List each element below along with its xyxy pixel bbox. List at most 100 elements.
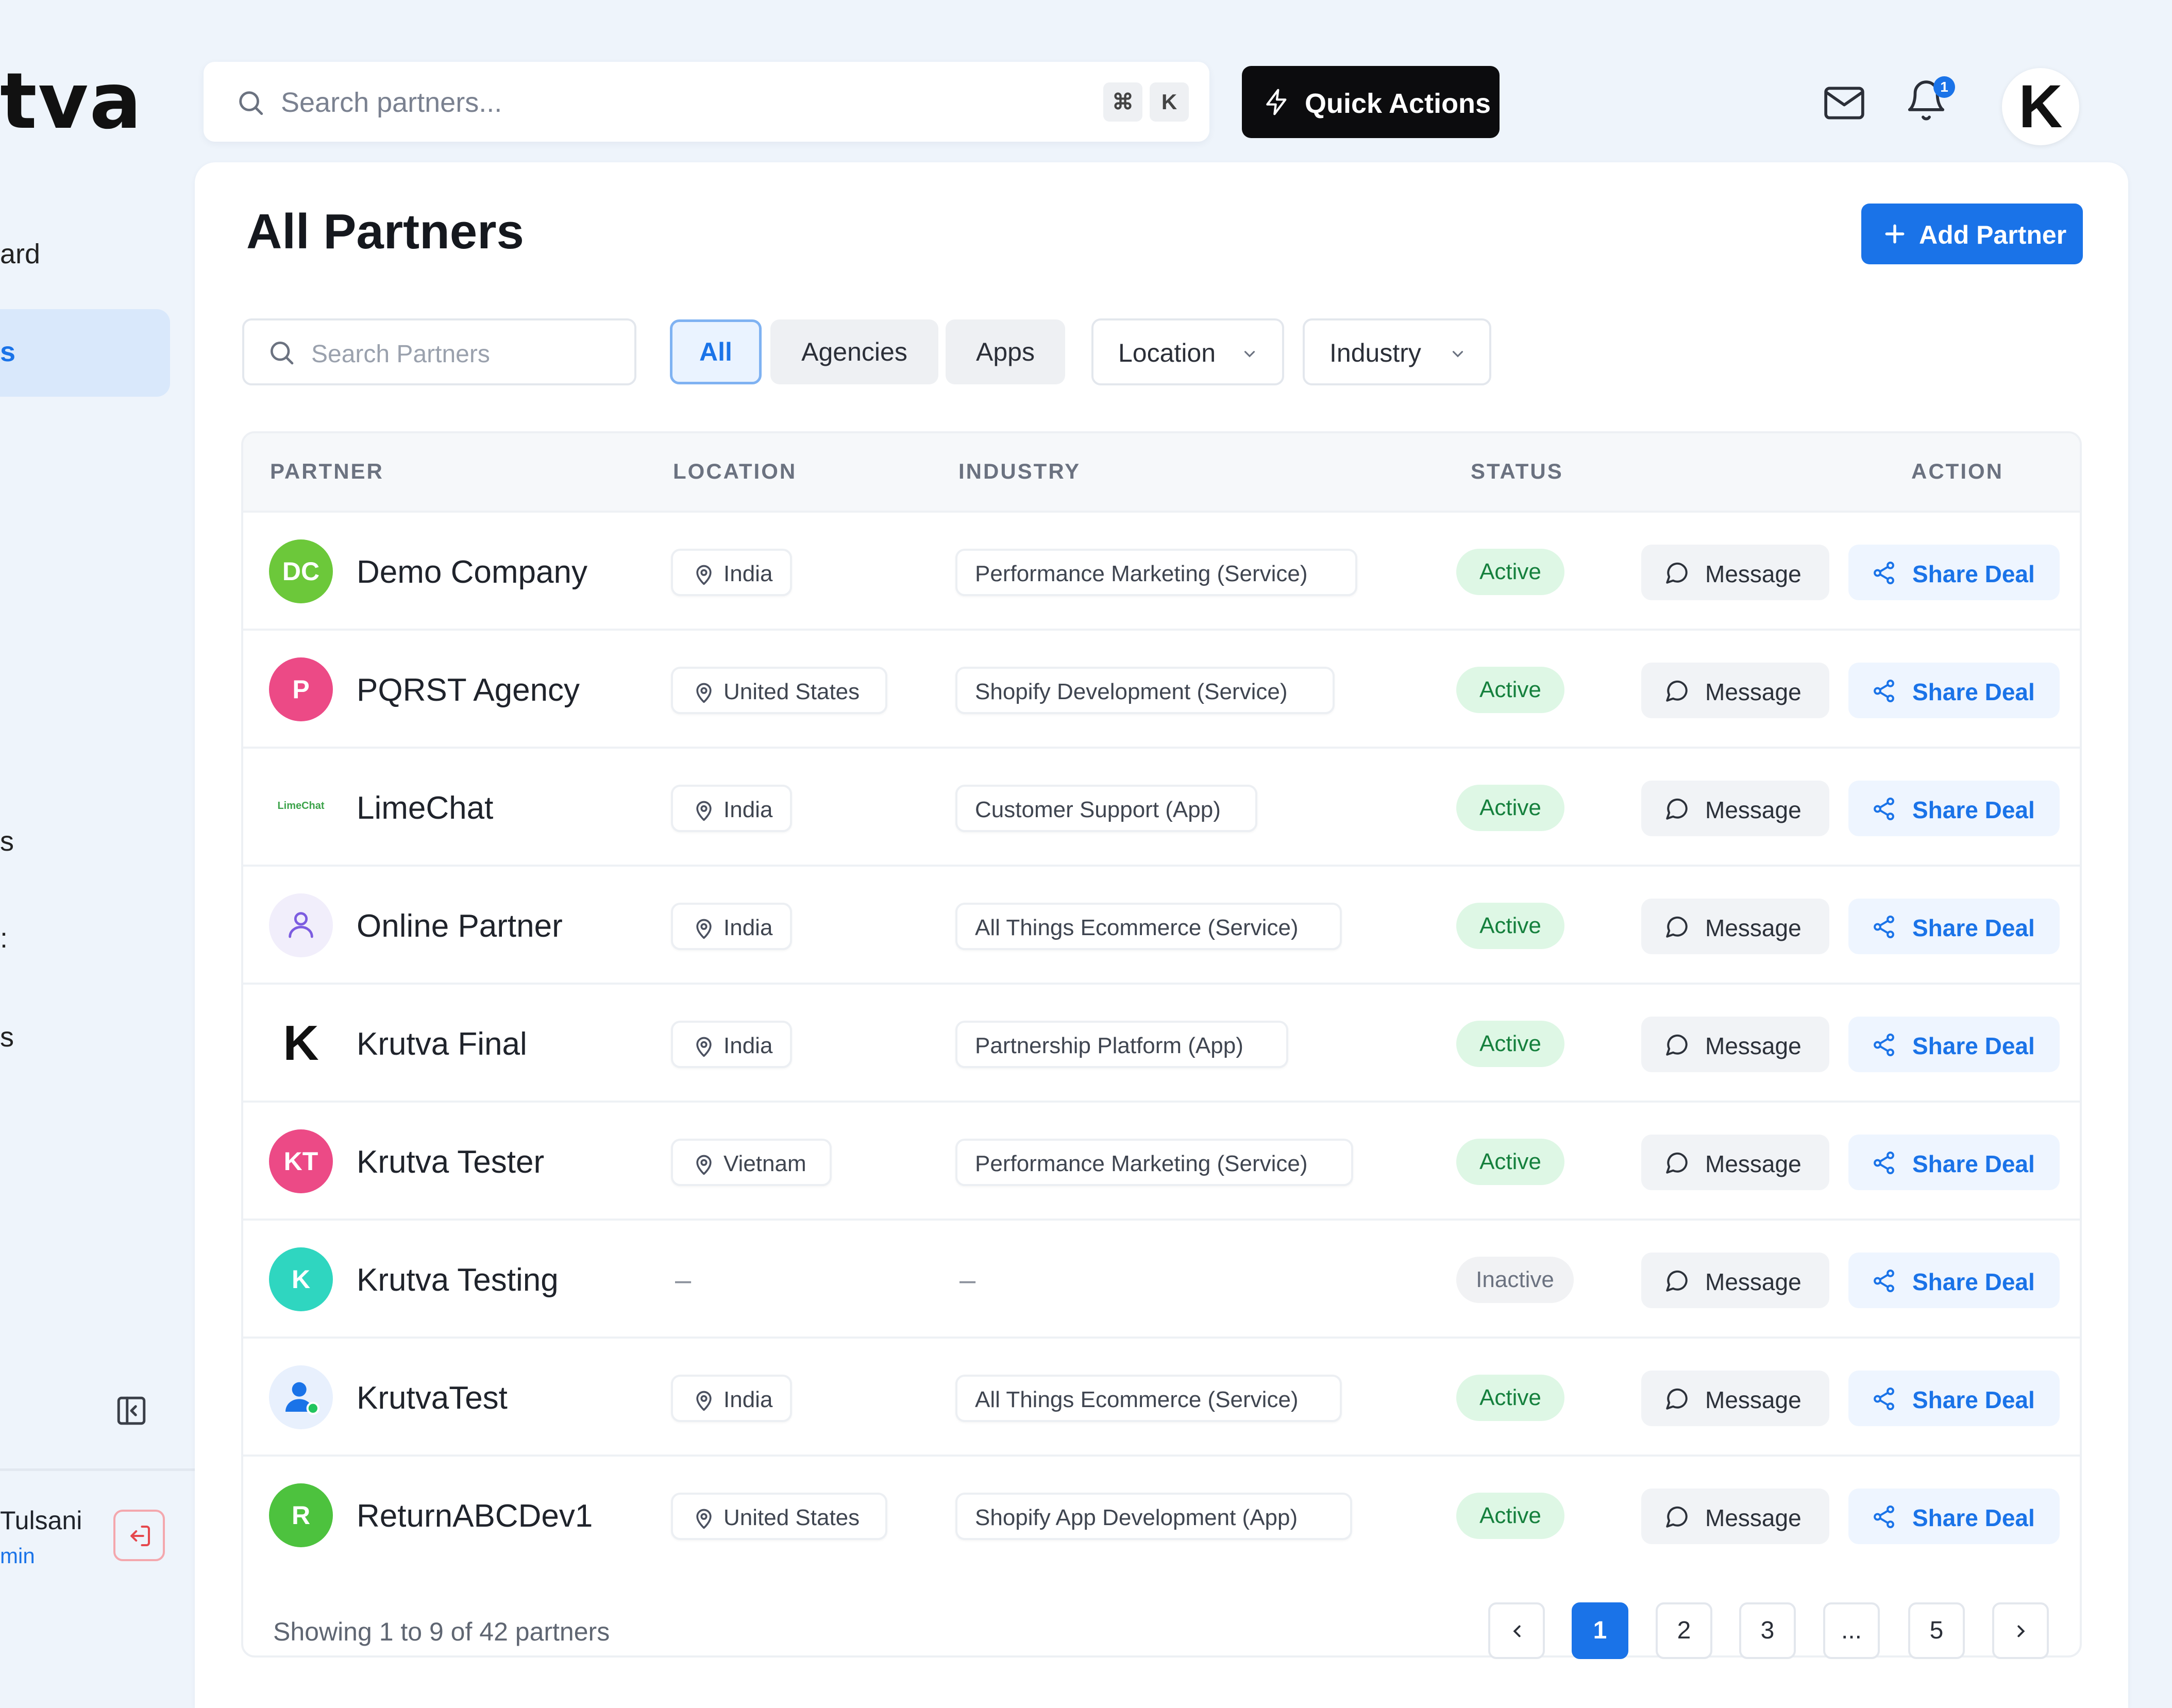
shortcut-k-key: K bbox=[1150, 82, 1189, 122]
partner-search[interactable]: Search Partners bbox=[242, 318, 636, 385]
partner-name[interactable]: KrutvaTest bbox=[357, 1380, 508, 1416]
share-icon bbox=[1874, 916, 1894, 938]
share-deal-button[interactable]: Share Deal bbox=[1848, 781, 2060, 836]
share-deal-button[interactable]: Share Deal bbox=[1848, 1371, 2060, 1426]
message-button[interactable]: Message bbox=[1641, 663, 1829, 718]
message-button[interactable]: Message bbox=[1641, 1017, 1829, 1072]
share-deal-button[interactable]: Share Deal bbox=[1848, 1017, 2060, 1072]
location-dropdown[interactable]: Location bbox=[1091, 318, 1284, 385]
partner-avatar: DC bbox=[269, 539, 333, 603]
page-2-button[interactable]: 2 bbox=[1656, 1602, 1712, 1659]
next-page-button[interactable] bbox=[1992, 1602, 2049, 1659]
col-location: LOCATION bbox=[673, 459, 797, 483]
industry-chip: Shopify Development (Service) bbox=[955, 667, 1335, 714]
sidebar-item-3[interactable]: s bbox=[0, 825, 14, 857]
chevron-down-icon bbox=[1244, 351, 1255, 358]
status-badge: Inactive bbox=[1456, 1257, 1574, 1303]
message-icon bbox=[1666, 1034, 1688, 1056]
share-deal-button[interactable]: Share Deal bbox=[1848, 663, 2060, 718]
partner-name[interactable]: Demo Company bbox=[357, 554, 587, 590]
tab-all[interactable]: All bbox=[670, 319, 762, 384]
brand-logo[interactable]: tva bbox=[0, 57, 143, 146]
partner-name[interactable]: LimeChat bbox=[357, 790, 493, 826]
status-badge: Active bbox=[1456, 785, 1564, 831]
table-row[interactable]: R ReturnABCDev1 United States Shopify App D… bbox=[243, 1455, 2080, 1575]
table-row[interactable]: K Krutva Testing – – Inactive Message Share De… bbox=[243, 1219, 2080, 1339]
message-icon bbox=[1666, 1388, 1688, 1410]
share-icon bbox=[1874, 680, 1894, 702]
mail-icon[interactable] bbox=[1822, 82, 1866, 124]
share-deal-button[interactable]: Share Deal bbox=[1848, 1253, 2060, 1308]
status-badge: Active bbox=[1456, 1021, 1564, 1067]
message-button[interactable]: Message bbox=[1641, 545, 1829, 600]
col-action: ACTION bbox=[1911, 459, 2003, 483]
share-deal-button[interactable]: Share Deal bbox=[1848, 899, 2060, 954]
quick-actions-button[interactable]: Quick Actions bbox=[1242, 66, 1500, 138]
status-badge: Active bbox=[1456, 1139, 1564, 1185]
location-chip: India bbox=[671, 903, 792, 950]
sidebar-item-5[interactable]: s bbox=[0, 1021, 14, 1053]
location-chip: United States bbox=[671, 667, 887, 714]
message-button[interactable]: Message bbox=[1641, 1135, 1829, 1190]
share-deal-button[interactable]: Share Deal bbox=[1848, 545, 2060, 600]
table-row[interactable]: KT Krutva Tester Vietnam Performance Market… bbox=[243, 1101, 2080, 1221]
map-pin-icon bbox=[696, 1391, 712, 1411]
page-1-button[interactable]: 1 bbox=[1572, 1602, 1628, 1659]
industry-dropdown[interactable]: Industry bbox=[1303, 318, 1491, 385]
pagination-summary: Showing 1 to 9 of 42 partners bbox=[273, 1617, 610, 1646]
partner-name[interactable]: Online Partner bbox=[357, 908, 563, 944]
page-5-button[interactable]: 5 bbox=[1908, 1602, 1965, 1659]
lightning-icon bbox=[1266, 89, 1287, 115]
partner-name[interactable]: Krutva Final bbox=[357, 1026, 527, 1062]
sidebar-item-partners[interactable]: s bbox=[0, 309, 170, 397]
partner-name[interactable]: ReturnABCDev1 bbox=[357, 1498, 593, 1534]
page-3-button[interactable]: 3 bbox=[1739, 1602, 1796, 1659]
add-partner-button[interactable]: Add Partner bbox=[1861, 204, 2083, 264]
plus-icon bbox=[1885, 224, 1905, 244]
chevron-down-icon bbox=[1452, 351, 1463, 358]
chevron-right-icon bbox=[2017, 1625, 2025, 1637]
sidebar-item-dashboard[interactable]: ard bbox=[0, 238, 40, 270]
table-row[interactable]: LimeChat LimeChat India Customer Support (A… bbox=[243, 747, 2080, 867]
table-row[interactable]: DC Demo Company India Performance Marketing… bbox=[243, 511, 2080, 631]
status-badge: Active bbox=[1456, 667, 1564, 713]
message-icon bbox=[1666, 916, 1688, 938]
logout-button[interactable] bbox=[113, 1510, 165, 1561]
location-chip: India bbox=[671, 549, 792, 596]
table-row[interactable]: K Krutva Final India Partnership Platform (… bbox=[243, 983, 2080, 1103]
share-deal-button[interactable]: Share Deal bbox=[1848, 1135, 2060, 1190]
sidebar: tva ard s s : s Tulsani min bbox=[0, 0, 196, 1656]
status-badge: Active bbox=[1456, 1375, 1564, 1421]
message-button[interactable]: Message bbox=[1641, 899, 1829, 954]
partner-name[interactable]: Krutva Tester bbox=[357, 1144, 544, 1180]
partner-name[interactable]: Krutva Testing bbox=[357, 1262, 559, 1298]
share-deal-button[interactable]: Share Deal bbox=[1848, 1489, 2060, 1544]
global-search-input[interactable]: Search partners... bbox=[281, 87, 502, 119]
tab-apps[interactable]: Apps bbox=[946, 319, 1065, 384]
table-row[interactable]: Online Partner India All Things Ecommerce … bbox=[243, 865, 2080, 985]
partners-table: PARTNER LOCATION INDUSTRY STATUS ACTION … bbox=[241, 431, 2082, 1658]
message-button[interactable]: Message bbox=[1641, 781, 1829, 836]
collapse-sidebar-icon[interactable] bbox=[114, 1394, 148, 1428]
tab-agencies[interactable]: Agencies bbox=[770, 319, 938, 384]
table-row[interactable]: KrutvaTest India All Things Ecommerce (Ser… bbox=[243, 1337, 2080, 1457]
partner-avatar: R bbox=[269, 1483, 333, 1547]
table-row[interactable]: P PQRST Agency United States Shopify Develo… bbox=[243, 629, 2080, 749]
prev-page-button[interactable] bbox=[1488, 1602, 1545, 1659]
sidebar-item-4[interactable]: : bbox=[0, 922, 8, 954]
user-name: Tulsani bbox=[0, 1506, 82, 1535]
col-status: STATUS bbox=[1471, 459, 1563, 483]
message-icon bbox=[1666, 1270, 1688, 1292]
message-button[interactable]: Message bbox=[1641, 1371, 1829, 1426]
message-icon bbox=[1666, 680, 1688, 702]
message-button[interactable]: Message bbox=[1641, 1253, 1829, 1308]
global-search[interactable]: Search partners... ⌘ K bbox=[204, 62, 1209, 142]
user-avatar[interactable]: K bbox=[2002, 68, 2079, 145]
message-icon bbox=[1666, 562, 1688, 584]
search-icon bbox=[239, 91, 263, 115]
logout-icon bbox=[130, 1525, 150, 1547]
partner-name[interactable]: PQRST Agency bbox=[357, 672, 580, 708]
share-icon bbox=[1874, 798, 1894, 820]
partner-search-input[interactable]: Search Partners bbox=[311, 340, 490, 368]
message-button[interactable]: Message bbox=[1641, 1489, 1829, 1544]
